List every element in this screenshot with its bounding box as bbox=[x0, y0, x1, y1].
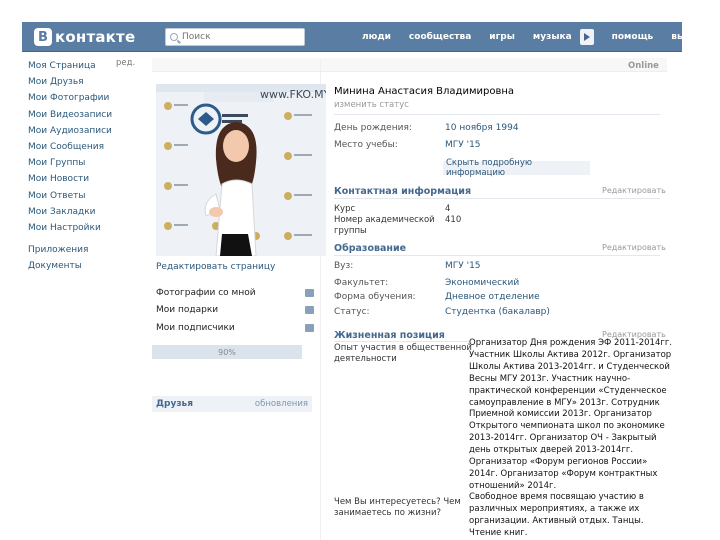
menu-label: Мои Фотографии bbox=[28, 93, 110, 104]
show-details-label: Скрыть подробную информацию bbox=[446, 158, 533, 178]
interests-value: Свободное время посвящаю участию в разли… bbox=[469, 492, 644, 538]
menu-label: Мои Новости bbox=[28, 174, 90, 185]
nav-help[interactable]: помощь bbox=[612, 32, 654, 42]
nav-communities[interactable]: сообщества bbox=[409, 32, 471, 42]
side-link-label: Мои подарки bbox=[156, 305, 219, 316]
menu-label: Мои Ответы bbox=[28, 190, 86, 201]
faculty-value[interactable]: Экономический bbox=[445, 278, 519, 288]
contact-section-title: Контактная информация bbox=[334, 186, 472, 197]
menu-label: Мои Настройки bbox=[28, 222, 101, 233]
nav-logout[interactable]: выйти bbox=[671, 32, 703, 42]
friends-box-header[interactable]: Друзья обновления bbox=[152, 396, 312, 412]
menu-answers[interactable]: Мои Ответы bbox=[28, 188, 143, 204]
birthday-label: День рождения: bbox=[334, 123, 412, 133]
menu-label: Мои Друзья bbox=[28, 77, 84, 88]
menu-label: Моя Страница bbox=[28, 61, 96, 72]
menu-photos[interactable]: Мои Фотографии bbox=[28, 90, 143, 106]
menu-friends[interactable]: Мои Друзья bbox=[28, 74, 143, 90]
menu-label: Мои Аудиозаписи bbox=[28, 125, 112, 136]
search-icon bbox=[170, 33, 178, 41]
menu-messages[interactable]: Мои Сообщения bbox=[28, 139, 143, 155]
side-link-label: Мои подписчики bbox=[156, 322, 235, 333]
change-status-link[interactable]: изменить статус bbox=[334, 100, 409, 110]
friends-title: Друзья bbox=[156, 399, 194, 409]
contact-edit-link[interactable]: Редактировать bbox=[602, 186, 666, 195]
faculty-label: Факультет: bbox=[334, 278, 389, 288]
side-link-label: Фотографии со мной bbox=[156, 287, 256, 298]
group-number-value: 410 bbox=[445, 215, 462, 225]
logo-text: контакте bbox=[55, 28, 136, 46]
name-divider bbox=[334, 114, 660, 115]
page: В контакте люди сообщества игры музыка п… bbox=[0, 0, 720, 540]
profile-completeness-value: 90% bbox=[218, 347, 236, 357]
edit-page-button[interactable]: Редактировать страницу bbox=[156, 262, 275, 272]
status-value[interactable]: Студентка (бакалавр) bbox=[445, 307, 550, 317]
top-nav: люди сообщества игры музыка помощь выйти bbox=[362, 22, 717, 52]
menu-groups[interactable]: Мои Группы bbox=[28, 155, 143, 171]
profile-photo-image: www.FKO.MY bbox=[156, 84, 326, 256]
menu-edit-link[interactable]: ред. bbox=[116, 58, 135, 68]
profile-photo[interactable]: www.FKO.MY bbox=[156, 84, 326, 256]
camera-icon bbox=[305, 288, 314, 297]
study-place-label: Место учебы: bbox=[334, 140, 398, 150]
menu-label: Мои Группы bbox=[28, 158, 86, 169]
contact-divider bbox=[334, 198, 660, 199]
site-logo[interactable]: В контакте bbox=[34, 27, 135, 47]
show-details-button[interactable]: Скрыть подробную информацию bbox=[443, 158, 590, 178]
menu-videos[interactable]: Мои Видеозаписи bbox=[28, 107, 143, 123]
menu-label: Мои Сообщения bbox=[28, 142, 104, 153]
course-value: 4 bbox=[445, 204, 451, 214]
search-input[interactable] bbox=[182, 32, 292, 42]
menu-apps[interactable]: Приложения bbox=[28, 242, 143, 258]
education-edit-link[interactable]: Редактировать bbox=[602, 243, 666, 252]
menu-label: Мои Видеозаписи bbox=[28, 109, 113, 120]
logo-badge-icon: В bbox=[34, 28, 52, 46]
education-section-title: Образование bbox=[334, 243, 407, 254]
public-activity-value: Организатор Дня рождения ЭФ 2011-2014гг.… bbox=[469, 338, 673, 491]
birthday-value[interactable]: 10 ноября 1994 bbox=[445, 123, 519, 133]
study-form-label: Форма обучения: bbox=[334, 292, 416, 302]
public-activity-label: Опыт участия в общественной деятельности bbox=[334, 343, 472, 364]
menu-bookmarks[interactable]: Мои Закладки bbox=[28, 204, 143, 220]
menu-news[interactable]: Мои Новости bbox=[28, 171, 143, 187]
photos-with-me-link[interactable]: Фотографии со мной bbox=[156, 284, 314, 302]
menu-label: Мои Закладки bbox=[28, 206, 96, 217]
nav-games[interactable]: игры bbox=[489, 32, 515, 42]
life-position-title: Жизненная позиция bbox=[334, 330, 445, 341]
menu-documents[interactable]: Документы bbox=[28, 258, 143, 274]
university-value[interactable]: МГУ '15 bbox=[445, 261, 481, 271]
profile-name: Минина Анастасия Владимировна bbox=[334, 86, 515, 97]
life-position-divider bbox=[334, 341, 469, 342]
nav-music[interactable]: музыка bbox=[533, 32, 572, 42]
menu-audio[interactable]: Мои Аудиозаписи bbox=[28, 123, 143, 139]
group-number-label: Номер академической группы bbox=[334, 215, 435, 236]
menu-label: Документы bbox=[28, 261, 82, 272]
menu-settings[interactable]: Мои Настройки bbox=[28, 220, 143, 236]
header-bar: В контакте люди сообщества игры музыка п… bbox=[22, 22, 703, 52]
menu-label: Приложения bbox=[28, 245, 89, 256]
my-subscribers-link[interactable]: Мои подписчики bbox=[156, 319, 314, 337]
course-label: Курс bbox=[334, 204, 356, 214]
gift-icon bbox=[305, 306, 314, 315]
friends-updates-link[interactable]: обновления bbox=[255, 399, 308, 409]
play-icon[interactable] bbox=[579, 29, 594, 45]
study-place-value[interactable]: МГУ '15 bbox=[445, 140, 481, 150]
left-menu: Моя Страница ред. Мои Друзья Мои Фотогра… bbox=[28, 58, 143, 274]
interests-label: Чем Вы интересуетесь? Чем занимаетесь по… bbox=[334, 497, 461, 518]
profile-header-strip bbox=[152, 58, 667, 72]
study-form-value[interactable]: Дневное отделение bbox=[445, 292, 540, 302]
photo-watermark-text: www.FKO.MY bbox=[260, 88, 326, 101]
profile-completeness-bar: 90% bbox=[152, 345, 302, 359]
online-status: Online bbox=[628, 61, 659, 71]
my-gifts-link[interactable]: Мои подарки bbox=[156, 302, 314, 320]
nav-people[interactable]: люди bbox=[362, 32, 391, 42]
education-divider bbox=[334, 255, 660, 256]
side-links: Фотографии со мной Мои подарки Мои подпи… bbox=[156, 284, 314, 337]
status-label: Статус: bbox=[334, 307, 370, 317]
search-box[interactable] bbox=[165, 28, 305, 46]
university-label: Вуз: bbox=[334, 261, 354, 271]
subscribers-icon bbox=[305, 323, 314, 332]
